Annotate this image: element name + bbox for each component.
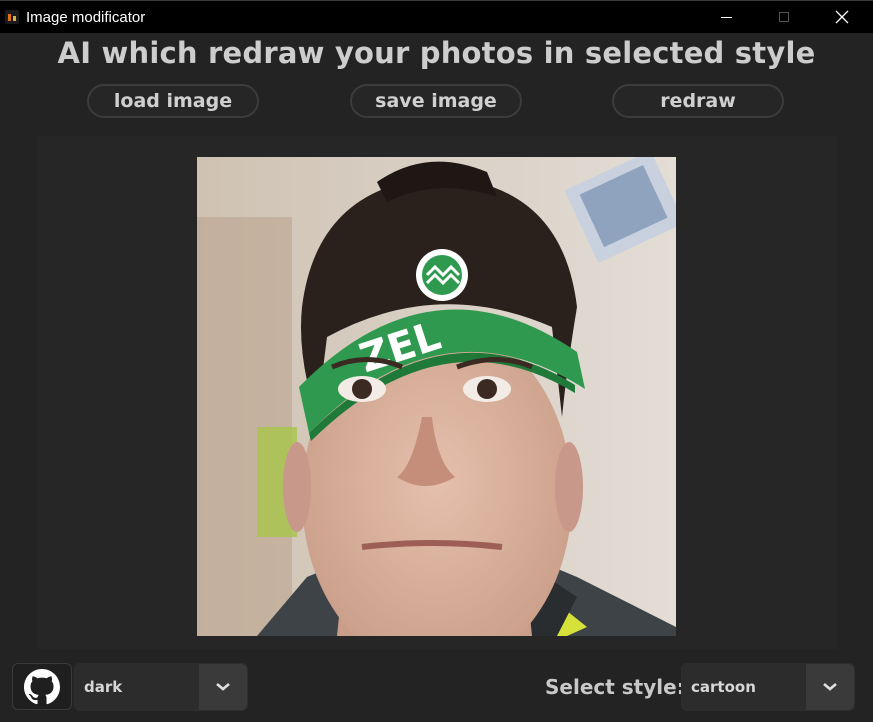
load-image-button[interactable]: load image [87, 84, 259, 118]
image-preview: ZEL [197, 157, 676, 636]
github-button[interactable] [12, 663, 72, 710]
redraw-button[interactable]: redraw [612, 84, 784, 118]
select-style-label: Select style: [545, 675, 685, 699]
close-icon [835, 10, 849, 24]
page-title: AI which redraw your photos in selected … [57, 36, 816, 70]
chevron-down-icon [216, 683, 230, 691]
app-icon [5, 10, 19, 24]
title-bar: Image modificator [0, 0, 873, 33]
portrait-photo: ZEL [197, 157, 676, 636]
minimize-icon [720, 16, 732, 18]
save-image-button[interactable]: save image [350, 84, 522, 118]
theme-dropdown-toggle[interactable] [199, 664, 247, 710]
theme-value: dark [84, 678, 123, 696]
maximize-button[interactable] [761, 1, 807, 33]
style-dropdown[interactable]: cartoon [681, 663, 855, 711]
window-title: Image modificator [26, 9, 146, 26]
maximize-icon [779, 12, 789, 22]
close-button[interactable] [819, 1, 865, 33]
github-icon [24, 668, 60, 704]
theme-dropdown[interactable]: dark [74, 663, 248, 711]
style-value: cartoon [691, 678, 756, 696]
chevron-down-icon [823, 683, 837, 691]
style-dropdown-toggle[interactable] [806, 664, 854, 710]
minimize-button[interactable] [703, 1, 749, 33]
